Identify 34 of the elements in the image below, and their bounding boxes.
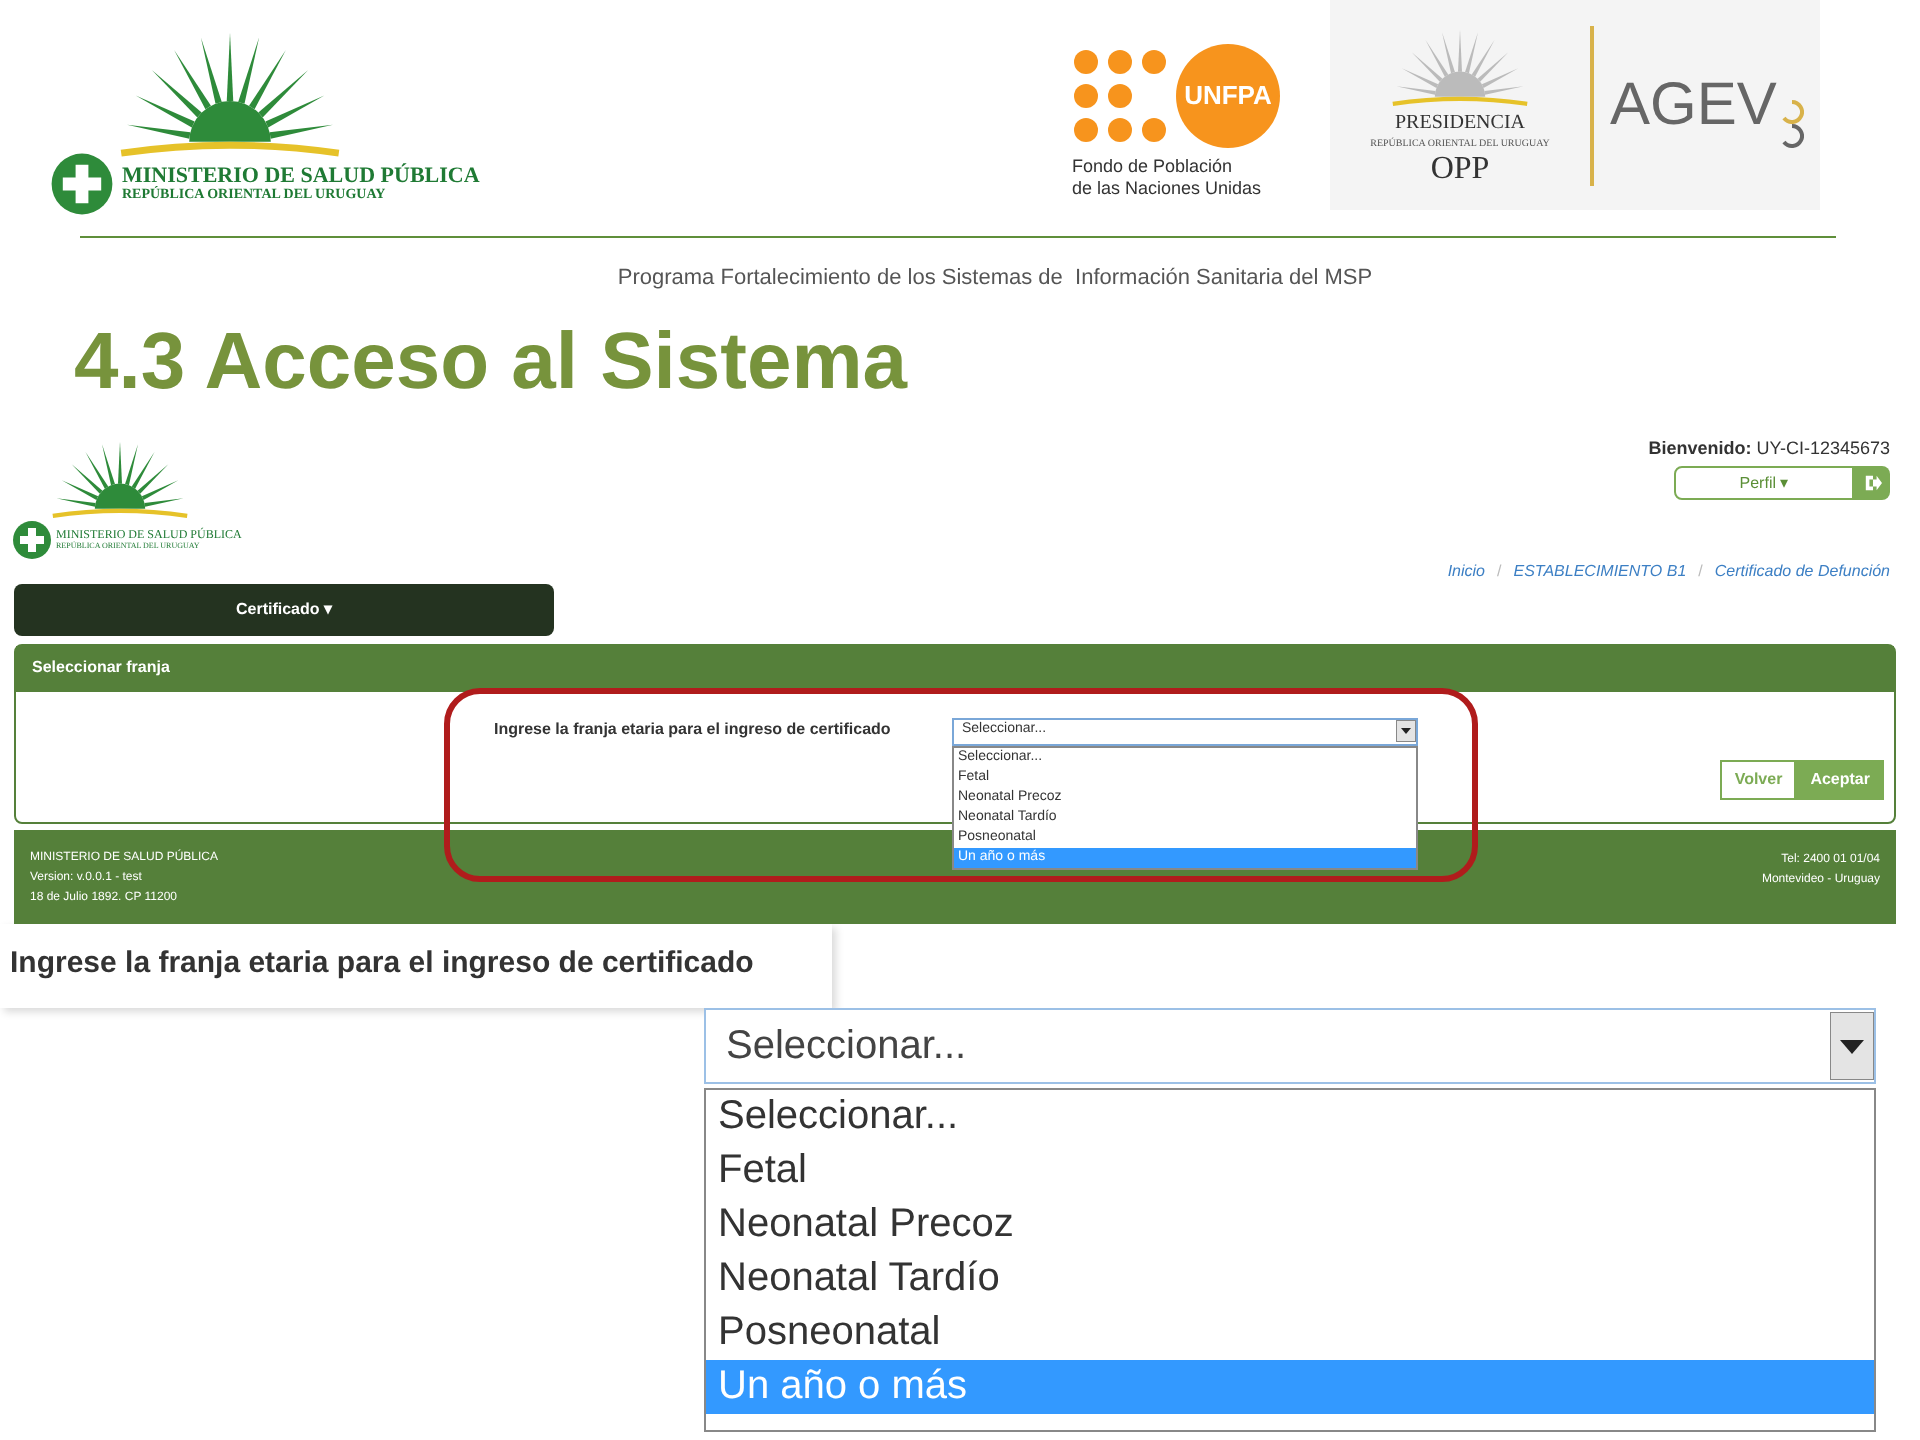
cross-icon — [50, 152, 114, 216]
dropdown-option[interactable]: Fetal — [706, 1143, 1874, 1197]
logout-icon — [1863, 474, 1881, 492]
panel-title: Seleccionar franja — [32, 656, 170, 680]
dropdown-option[interactable]: Neonatal Tardío — [706, 1251, 1874, 1305]
dropdown-option[interactable]: Seleccionar... — [706, 1089, 1874, 1143]
slide-subtitle: Programa Fortalecimiento de los Sistemas de Información Sanitaria del MSP — [617, 264, 1373, 294]
slide-title: 4.3 Acceso al Sistema — [74, 321, 908, 401]
ministry-name: MINISTERIO DE SALUD PÚBLICA — [122, 166, 480, 188]
select-field[interactable]: Seleccionar... — [704, 1007, 1876, 1083]
logo-caption: Fondo de Población de las Naciones Unidas — [1072, 156, 1264, 200]
opp-title: PRESIDENCIA — [1394, 110, 1525, 137]
nav-menu[interactable]: Certificado ▾ — [235, 597, 332, 621]
field-label: Ingrese la franja etaria para el ingreso de certificado — [10, 944, 754, 985]
breadcrumb-link[interactable]: ESTABLECIMIENTO B1 — [1513, 560, 1687, 584]
dots-icon — [1072, 48, 1168, 144]
profile-button[interactable]: Perfil ▾ — [1674, 466, 1854, 500]
field-label: Ingrese la franja etaria para el ingreso de certificado — [494, 717, 891, 741]
dropdown-arrow-icon — [1396, 720, 1416, 742]
breadcrumb-link[interactable]: Certificado de Defunción — [1714, 560, 1890, 584]
dropdown-option[interactable]: Neonatal Precoz — [706, 1197, 1874, 1251]
breadcrumb-separator: / — [1698, 560, 1703, 584]
breadcrumb-link[interactable]: Inicio — [1447, 560, 1486, 584]
logout-button[interactable] — [1854, 466, 1890, 500]
select-value: Seleccionar... — [726, 1021, 967, 1071]
opp-name: OPP — [1430, 153, 1490, 186]
breadcrumb-separator: / — [1497, 560, 1502, 584]
cycle-arrow-icon — [1780, 98, 1805, 150]
welcome-text: Bienvenido: UY-CI-12345673 — [1648, 435, 1890, 461]
dropdown-option[interactable]: Posneonatal — [706, 1305, 1874, 1359]
dropdown-arrow-icon — [1830, 1011, 1874, 1079]
unfpa-logo: UNFPA — [1176, 44, 1280, 148]
cross-icon — [12, 519, 52, 559]
agev-logo: AGEV — [1610, 70, 1777, 142]
